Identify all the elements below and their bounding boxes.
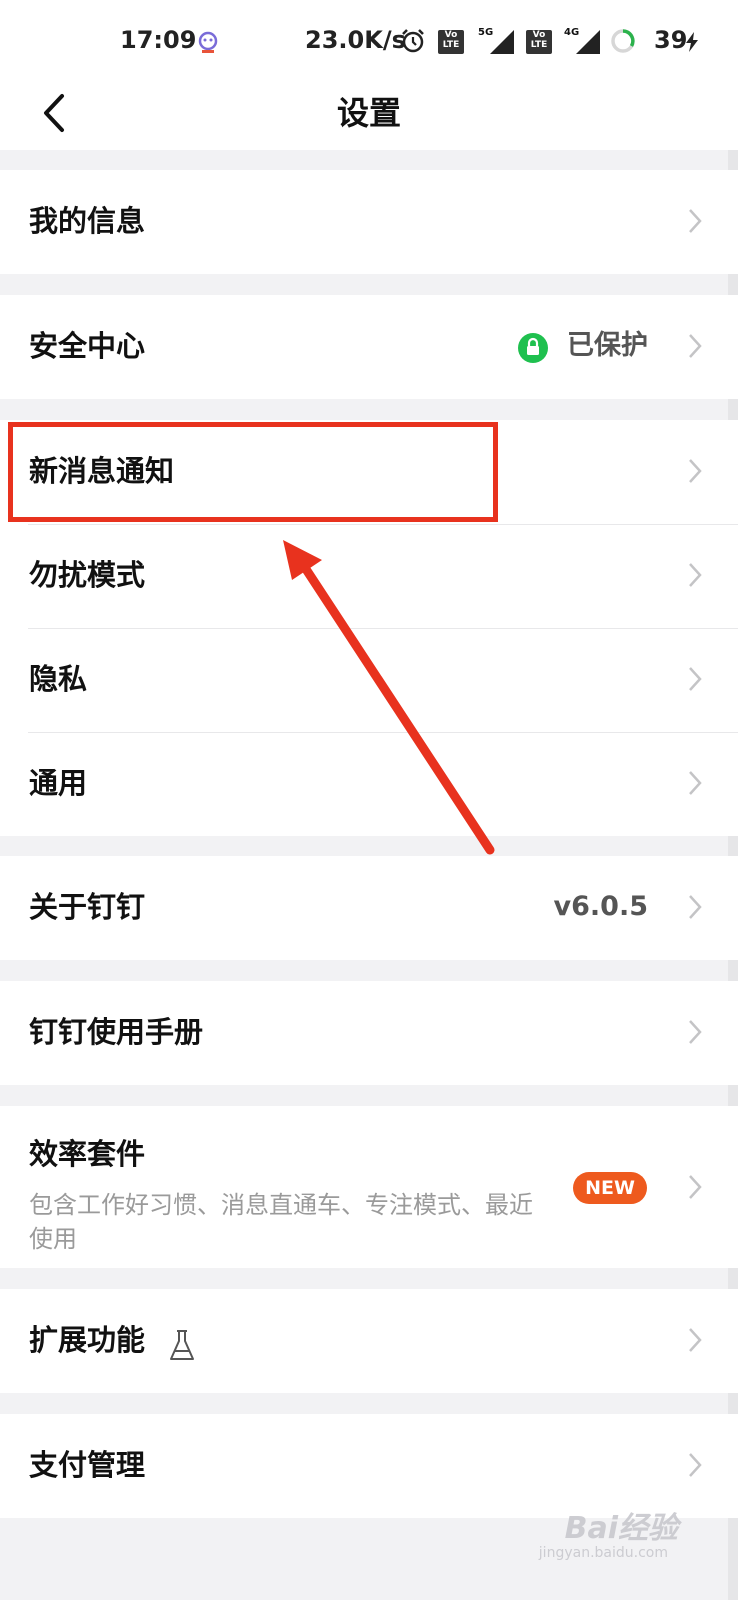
network-speed: 23.0K/s [305,26,406,54]
signal-icon-2 [576,30,600,54]
settings-group-profile: 我的信息 [0,170,738,274]
about-dingtalk-row[interactable]: 关于钉钉 v6.0.5 [0,856,738,960]
row-label: 通用 [29,766,88,800]
row-label: 效率套件 [29,1137,146,1171]
battery-level: 39 [654,26,688,54]
nav-bar: 设置 [0,80,738,150]
chevron-right-icon [689,895,702,919]
row-label: 关于钉钉 [29,890,146,924]
row-label: 钉钉使用手册 [29,1015,204,1049]
efficiency-suite-row[interactable]: 效率套件 包含工作好习惯、消息直通车、专注模式、最近使用 NEW [0,1106,738,1268]
row-label: 隐私 [29,662,88,696]
security-center-row[interactable]: 安全中心 已保护 [0,295,738,399]
row-label: 勿扰模式 [29,558,146,592]
row-label: 我的信息 [29,204,146,238]
status-time: 17:09 [120,26,197,54]
settings-group-manual: 钉钉使用手册 [0,981,738,1085]
volte-icon-2: Vo LTE [526,30,552,54]
version-value: v6.0.5 [553,891,648,922]
chevron-right-icon [689,1328,702,1352]
chevron-right-icon [689,1453,702,1477]
chevron-right-icon [689,771,702,795]
security-status: 已保护 [567,330,648,361]
settings-group-efficiency: 效率套件 包含工作好习惯、消息直通车、专注模式、最近使用 NEW [0,1106,738,1268]
settings-group-security: 安全中心 已保护 [0,295,738,399]
row-label: 扩展功能 [29,1323,146,1357]
chevron-right-icon [689,459,702,483]
chevron-right-icon [689,209,702,233]
page-title: 设置 [336,94,401,132]
battery-ring-icon [611,29,635,53]
chevron-right-icon [689,1175,702,1199]
charging-icon [686,32,698,52]
my-info-row[interactable]: 我的信息 [0,170,738,274]
do-not-disturb-row[interactable]: 勿扰模式 [0,524,738,628]
chevron-right-icon [689,563,702,587]
watermark-url: jingyan.baidu.com [538,1545,668,1561]
alarm-icon [402,29,424,53]
new-badge: NEW [573,1172,647,1204]
row-label: 安全中心 [29,329,146,363]
chevron-right-icon [689,667,702,691]
privacy-row[interactable]: 隐私 [0,628,738,732]
general-row[interactable]: 通用 [0,732,738,836]
settings-group-about: 关于钉钉 v6.0.5 [0,856,738,960]
volte-icon-1: Vo LTE [438,30,464,54]
status-bar: 17:09 23.0K/s Vo LTE 5G Vo LTE 4G 39 [0,0,738,80]
watermark-logo: Bai经验 [564,1511,678,1546]
chevron-right-icon [689,334,702,358]
flask-icon [170,1330,194,1360]
app-notification-icon [198,31,218,53]
user-manual-row[interactable]: 钉钉使用手册 [0,981,738,1085]
lock-icon [518,333,548,363]
highlight-box [8,422,498,522]
row-label: 支付管理 [29,1448,146,1482]
signal-icon-1 [490,30,514,54]
extensions-row[interactable]: 扩展功能 [0,1289,738,1393]
chevron-right-icon [689,1020,702,1044]
row-subtitle: 包含工作好习惯、消息直通车、专注模式、最近使用 [29,1191,533,1253]
settings-group-extensions: 扩展功能 [0,1289,738,1393]
